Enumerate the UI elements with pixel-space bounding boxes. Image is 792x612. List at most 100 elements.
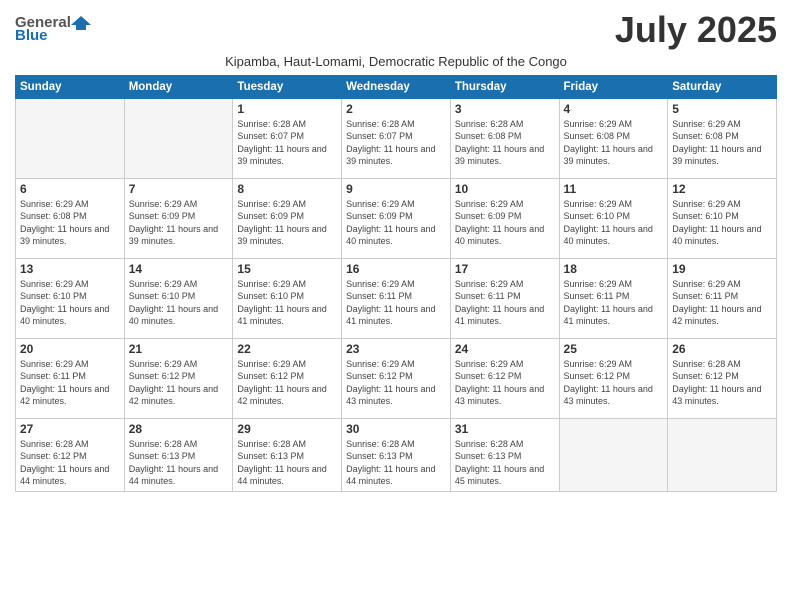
calendar-cell: 26 Sunrise: 6:28 AM Sunset: 6:12 PM Dayli…: [668, 338, 777, 418]
calendar-cell: 29 Sunrise: 6:28 AM Sunset: 6:13 PM Dayli…: [233, 418, 342, 491]
day-number: 1: [237, 102, 337, 116]
subtitle: Kipamba, Haut-Lomami, Democratic Republi…: [15, 54, 777, 69]
day-info: Sunrise: 6:28 AM Sunset: 6:07 PM Dayligh…: [346, 118, 446, 168]
day-info: Sunrise: 6:28 AM Sunset: 6:13 PM Dayligh…: [237, 438, 337, 488]
calendar-cell: 18 Sunrise: 6:29 AM Sunset: 6:11 PM Dayli…: [559, 258, 668, 338]
logo-blue: Blue: [15, 27, 48, 44]
calendar-cell: 5 Sunrise: 6:29 AM Sunset: 6:08 PM Daylig…: [668, 98, 777, 178]
day-number: 6: [20, 182, 120, 196]
calendar-cell: 21 Sunrise: 6:29 AM Sunset: 6:12 PM Dayli…: [124, 338, 233, 418]
day-number: 30: [346, 422, 446, 436]
day-number: 12: [672, 182, 772, 196]
calendar-week-row: 6 Sunrise: 6:29 AM Sunset: 6:08 PM Daylig…: [16, 178, 777, 258]
calendar-cell: 12 Sunrise: 6:29 AM Sunset: 6:10 PM Dayli…: [668, 178, 777, 258]
day-info: Sunrise: 6:29 AM Sunset: 6:09 PM Dayligh…: [346, 198, 446, 248]
calendar-cell: 6 Sunrise: 6:29 AM Sunset: 6:08 PM Daylig…: [16, 178, 125, 258]
calendar-cell: 25 Sunrise: 6:29 AM Sunset: 6:12 PM Dayli…: [559, 338, 668, 418]
calendar-cell: 28 Sunrise: 6:28 AM Sunset: 6:13 PM Dayli…: [124, 418, 233, 491]
day-number: 10: [455, 182, 555, 196]
calendar-cell: 13 Sunrise: 6:29 AM Sunset: 6:10 PM Dayli…: [16, 258, 125, 338]
day-number: 2: [346, 102, 446, 116]
calendar-week-row: 27Sunrise: 6:28 AM Sunset: 6:12 PM Dayli…: [16, 418, 777, 491]
calendar-header-monday: Monday: [124, 75, 233, 98]
calendar-cell: 14 Sunrise: 6:29 AM Sunset: 6:10 PM Dayli…: [124, 258, 233, 338]
day-number: 23: [346, 342, 446, 356]
day-info: Sunrise: 6:29 AM Sunset: 6:09 PM Dayligh…: [455, 198, 555, 248]
day-info: Sunrise: 6:28 AM Sunset: 6:13 PM Dayligh…: [129, 438, 229, 488]
day-number: 25: [564, 342, 664, 356]
day-number: 8: [237, 182, 337, 196]
calendar-cell: 10 Sunrise: 6:29 AM Sunset: 6:09 PM Dayli…: [450, 178, 559, 258]
day-number: 5: [672, 102, 772, 116]
day-number: 21: [129, 342, 229, 356]
calendar-header-wednesday: Wednesday: [342, 75, 451, 98]
day-number: 3: [455, 102, 555, 116]
calendar-cell: 20 Sunrise: 6:29 AM Sunset: 6:11 PM Dayli…: [16, 338, 125, 418]
day-number: 14: [129, 262, 229, 276]
day-info: Sunrise: 6:28 AM Sunset: 6:07 PM Dayligh…: [237, 118, 337, 168]
calendar-cell: 16 Sunrise: 6:29 AM Sunset: 6:11 PM Dayli…: [342, 258, 451, 338]
day-number: 29: [237, 422, 337, 436]
calendar-table: SundayMondayTuesdayWednesdayThursdayFrid…: [15, 75, 777, 492]
day-info: Sunrise: 6:29 AM Sunset: 6:10 PM Dayligh…: [564, 198, 664, 248]
day-info: Sunrise: 6:29 AM Sunset: 6:08 PM Dayligh…: [20, 198, 120, 248]
day-info: Sunrise: 6:29 AM Sunset: 6:10 PM Dayligh…: [672, 198, 772, 248]
day-info: Sunrise: 6:29 AM Sunset: 6:11 PM Dayligh…: [455, 278, 555, 328]
calendar-header-sunday: Sunday: [16, 75, 125, 98]
day-info: Sunrise: 6:29 AM Sunset: 6:11 PM Dayligh…: [564, 278, 664, 328]
calendar-week-row: 1 Sunrise: 6:28 AM Sunset: 6:07 PM Daylig…: [16, 98, 777, 178]
day-number: 15: [237, 262, 337, 276]
day-info: Sunrise: 6:29 AM Sunset: 6:12 PM Dayligh…: [346, 358, 446, 408]
day-number: 11: [564, 182, 664, 196]
day-info: Sunrise: 6:29 AM Sunset: 6:11 PM Dayligh…: [672, 278, 772, 328]
day-info: Sunrise: 6:29 AM Sunset: 6:10 PM Dayligh…: [129, 278, 229, 328]
day-number: 13: [20, 262, 120, 276]
day-info: Sunrise: 6:29 AM Sunset: 6:12 PM Dayligh…: [455, 358, 555, 408]
day-info: Sunrise: 6:28 AM Sunset: 6:12 PM Dayligh…: [20, 438, 120, 488]
day-info: Sunrise: 6:29 AM Sunset: 6:09 PM Dayligh…: [129, 198, 229, 248]
day-number: 16: [346, 262, 446, 276]
title-block: July 2025: [615, 10, 777, 50]
day-number: 19: [672, 262, 772, 276]
day-info: Sunrise: 6:29 AM Sunset: 6:12 PM Dayligh…: [129, 358, 229, 408]
day-info: Sunrise: 6:29 AM Sunset: 6:12 PM Dayligh…: [237, 358, 337, 408]
day-number: 18: [564, 262, 664, 276]
calendar-cell: [668, 418, 777, 491]
day-number: 26: [672, 342, 772, 356]
day-info: Sunrise: 6:29 AM Sunset: 6:10 PM Dayligh…: [20, 278, 120, 328]
calendar-cell: 8Sunrise: 6:29 AM Sunset: 6:09 PM Daylig…: [233, 178, 342, 258]
header: General Blue July 2025: [15, 10, 777, 50]
calendar-header-thursday: Thursday: [450, 75, 559, 98]
day-info: Sunrise: 6:29 AM Sunset: 6:10 PM Dayligh…: [237, 278, 337, 328]
day-number: 4: [564, 102, 664, 116]
day-number: 17: [455, 262, 555, 276]
calendar-cell: 3Sunrise: 6:28 AM Sunset: 6:08 PM Daylig…: [450, 98, 559, 178]
calendar-cell: 22 Sunrise: 6:29 AM Sunset: 6:12 PM Dayli…: [233, 338, 342, 418]
calendar-cell: 27Sunrise: 6:28 AM Sunset: 6:12 PM Dayli…: [16, 418, 125, 491]
calendar-week-row: 20 Sunrise: 6:29 AM Sunset: 6:11 PM Dayli…: [16, 338, 777, 418]
calendar-cell: 4 Sunrise: 6:29 AM Sunset: 6:08 PM Daylig…: [559, 98, 668, 178]
day-number: 24: [455, 342, 555, 356]
calendar-cell: 31Sunrise: 6:28 AM Sunset: 6:13 PM Dayli…: [450, 418, 559, 491]
day-info: Sunrise: 6:29 AM Sunset: 6:08 PM Dayligh…: [672, 118, 772, 168]
day-number: 22: [237, 342, 337, 356]
day-info: Sunrise: 6:29 AM Sunset: 6:12 PM Dayligh…: [564, 358, 664, 408]
calendar-cell: 24 Sunrise: 6:29 AM Sunset: 6:12 PM Dayli…: [450, 338, 559, 418]
day-info: Sunrise: 6:29 AM Sunset: 6:11 PM Dayligh…: [346, 278, 446, 328]
day-info: Sunrise: 6:29 AM Sunset: 6:11 PM Dayligh…: [20, 358, 120, 408]
day-number: 7: [129, 182, 229, 196]
calendar-week-row: 13 Sunrise: 6:29 AM Sunset: 6:10 PM Dayli…: [16, 258, 777, 338]
calendar-cell: [559, 418, 668, 491]
calendar-header-saturday: Saturday: [668, 75, 777, 98]
calendar-cell: 1 Sunrise: 6:28 AM Sunset: 6:07 PM Daylig…: [233, 98, 342, 178]
day-info: Sunrise: 6:28 AM Sunset: 6:13 PM Dayligh…: [346, 438, 446, 488]
calendar-cell: 2 Sunrise: 6:28 AM Sunset: 6:07 PM Daylig…: [342, 98, 451, 178]
day-info: Sunrise: 6:28 AM Sunset: 6:13 PM Dayligh…: [455, 438, 555, 488]
logo-icon: [71, 15, 91, 31]
day-info: Sunrise: 6:29 AM Sunset: 6:08 PM Dayligh…: [564, 118, 664, 168]
day-number: 20: [20, 342, 120, 356]
day-number: 28: [129, 422, 229, 436]
calendar-cell: 15 Sunrise: 6:29 AM Sunset: 6:10 PM Dayli…: [233, 258, 342, 338]
day-info: Sunrise: 6:28 AM Sunset: 6:12 PM Dayligh…: [672, 358, 772, 408]
page: General Blue July 2025 Kipamba, Haut-Lom…: [0, 0, 792, 612]
